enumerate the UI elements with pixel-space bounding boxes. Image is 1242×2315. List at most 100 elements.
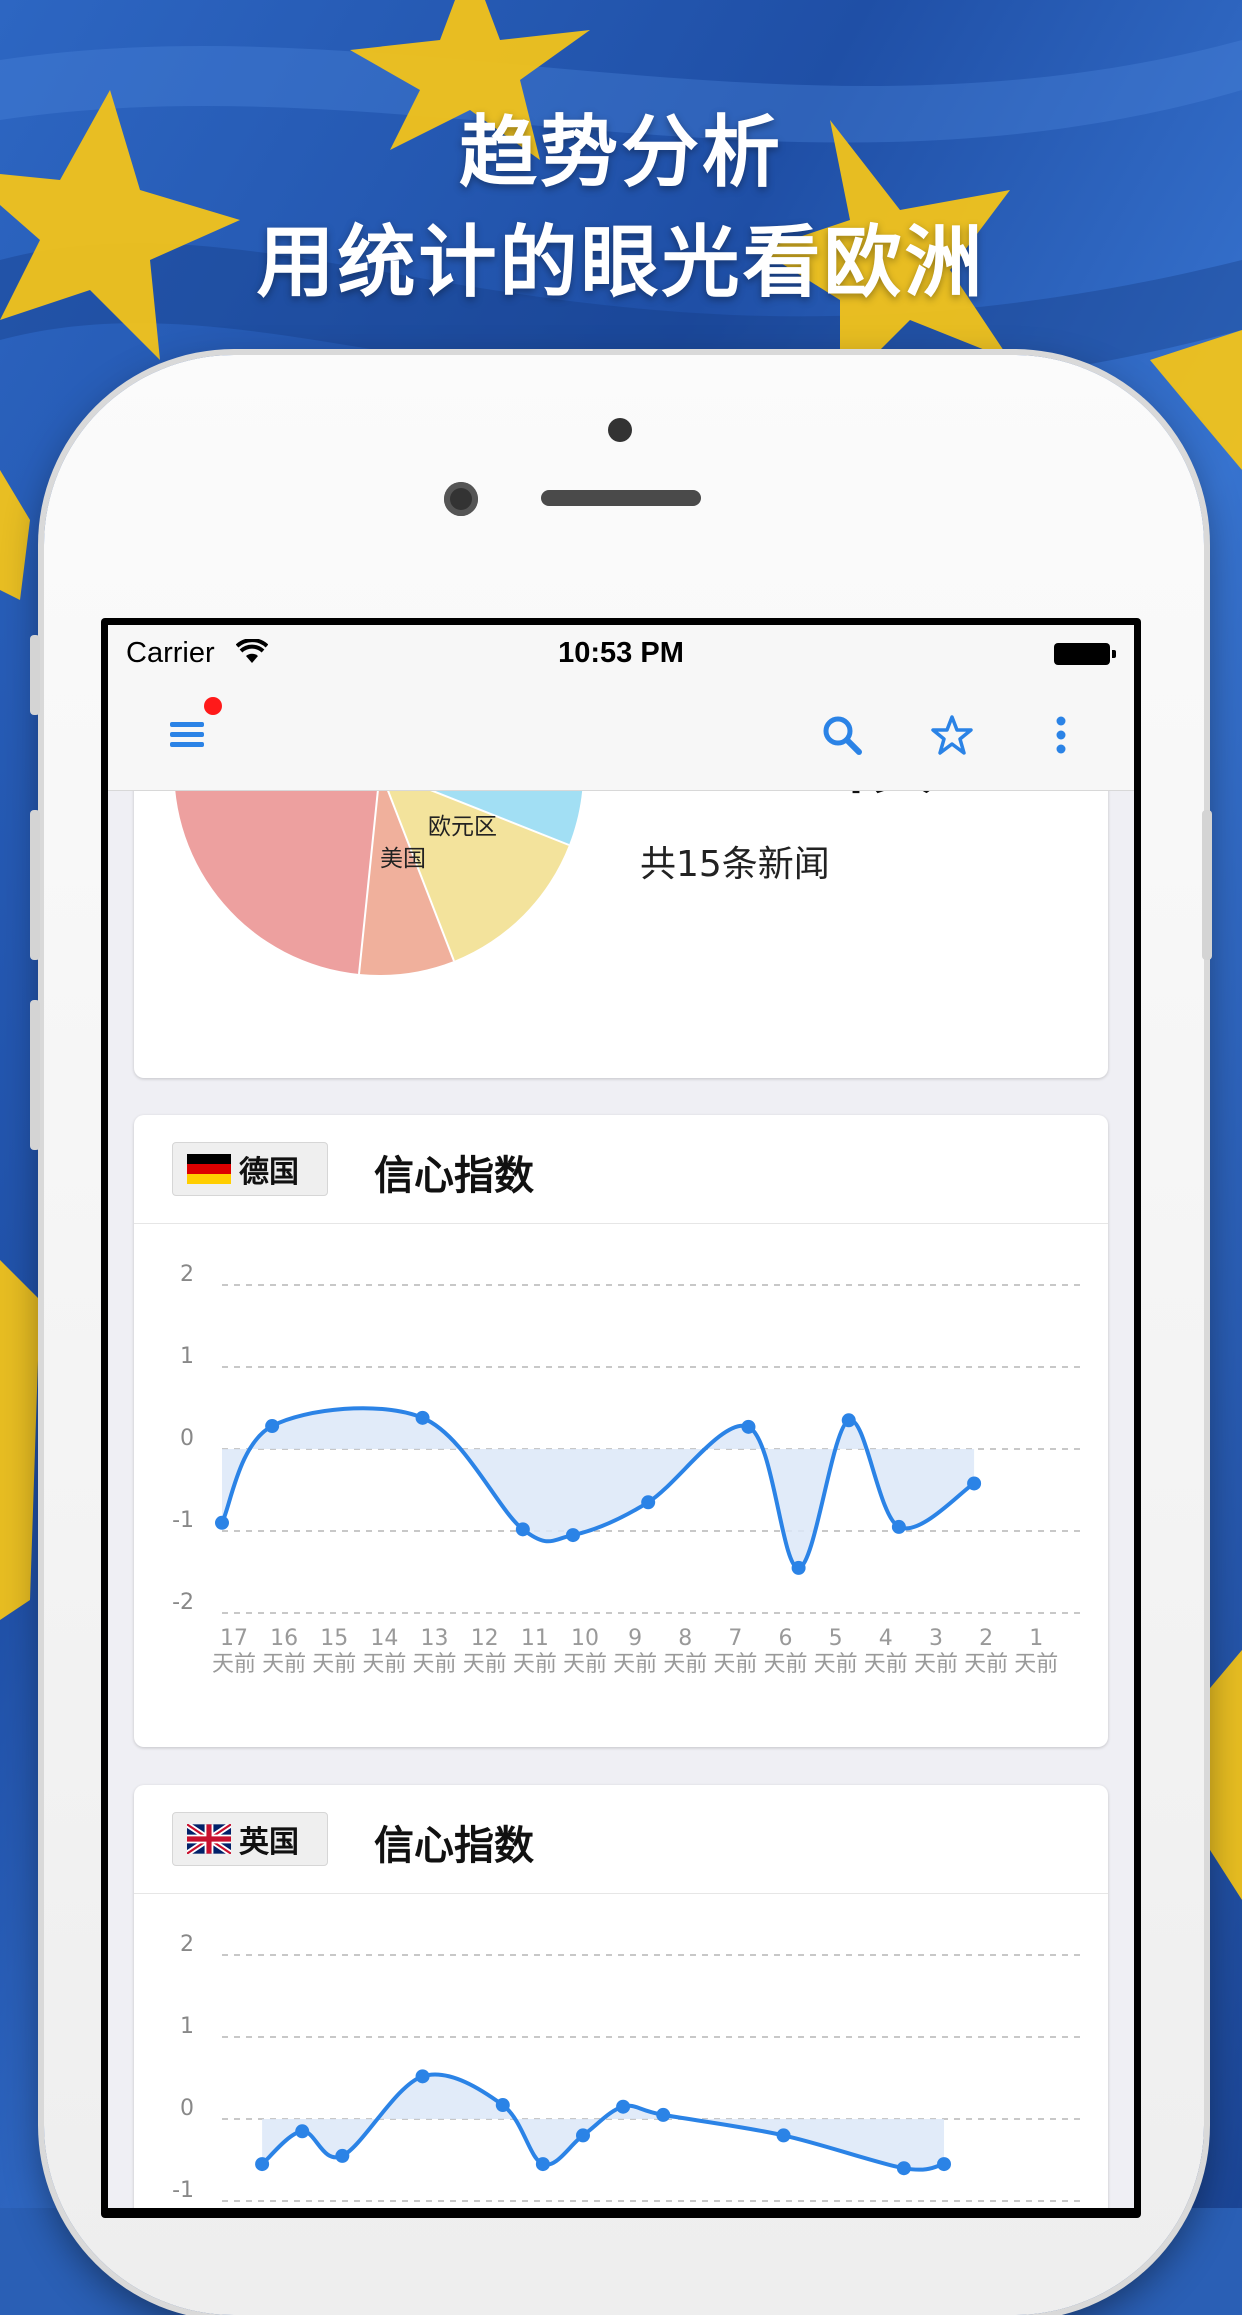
- chart-card-header: 英国 信心指数: [134, 1785, 1108, 1894]
- chart-title: 信心指数: [374, 1153, 534, 1199]
- x-tick-label: 13: [421, 1626, 449, 1651]
- country-chip-uk[interactable]: 英国: [172, 1812, 328, 1866]
- phone-mute-switch: [30, 635, 40, 715]
- y-tick-label: 0: [180, 1426, 194, 1451]
- y-tick-label: -1: [172, 2178, 194, 2203]
- x-tick-label-suffix: 天前: [814, 1652, 858, 1677]
- data-point[interactable]: [265, 1419, 280, 1434]
- x-tick-label: 2: [979, 1626, 993, 1651]
- app-screen: Carrier 10:53 PM 欧元区 美国 共15条新闻 德国 信心指数 2…: [108, 625, 1134, 2208]
- menu-icon: [170, 722, 204, 747]
- x-tick-label: 7: [728, 1626, 742, 1651]
- x-tick-label: 9: [628, 1626, 642, 1651]
- x-tick-label: 4: [879, 1626, 893, 1651]
- battery-icon: [1054, 643, 1116, 665]
- data-point[interactable]: [565, 1528, 580, 1543]
- x-tick-label-suffix: 天前: [864, 1652, 908, 1677]
- series-area: [262, 2074, 945, 2170]
- phone-power-button: [1202, 810, 1212, 960]
- uk-flag-icon: [187, 1824, 231, 1854]
- x-tick-label-suffix: 天前: [1014, 1652, 1058, 1677]
- x-tick-label-suffix: 天前: [312, 1652, 356, 1677]
- x-tick-label: 6: [779, 1626, 793, 1651]
- data-point[interactable]: [415, 2069, 430, 2084]
- chart-card-header: 德国 信心指数: [134, 1115, 1108, 1224]
- data-point[interactable]: [535, 2157, 550, 2172]
- x-tick-label-suffix: 天前: [212, 1652, 256, 1677]
- data-point[interactable]: [776, 2128, 791, 2143]
- data-point[interactable]: [215, 1515, 229, 1530]
- data-point[interactable]: [641, 1495, 656, 1510]
- phone-speaker: [541, 490, 701, 506]
- chart-card-germany[interactable]: 德国 信心指数 2 1 0 -1 -2 17 天前 16 天前 15 天前 14 天前 13 天前 12 天前 1…: [134, 1115, 1108, 1747]
- x-tick-label: 16: [270, 1626, 298, 1651]
- nav-bar: [108, 685, 1134, 790]
- menu-button[interactable]: [160, 707, 216, 763]
- data-point[interactable]: [937, 2157, 952, 2172]
- x-tick-label: 10: [571, 1626, 599, 1651]
- confidence-chart-germany: 210-1-217天前16天前15天前14天前13天前12天前11天前10天前9…: [172, 1262, 1080, 1677]
- germany-flag-icon: [187, 1154, 231, 1184]
- search-icon: [823, 716, 862, 755]
- data-point[interactable]: [656, 2107, 671, 2122]
- y-tick-label: 1: [180, 1344, 194, 1369]
- data-point[interactable]: [616, 2099, 631, 2114]
- promo-title-line2: 用统计的眼光看欧洲: [256, 218, 986, 308]
- star-icon: [931, 715, 973, 755]
- favorite-button[interactable]: [924, 707, 980, 763]
- data-point[interactable]: [495, 2098, 510, 2113]
- x-tick-label-suffix: 天前: [713, 1652, 757, 1677]
- data-point[interactable]: [896, 2161, 911, 2176]
- x-tick-label: 8: [678, 1626, 692, 1651]
- data-point[interactable]: [967, 1476, 982, 1491]
- x-tick-label: 12: [471, 1626, 499, 1651]
- data-point[interactable]: [576, 2128, 591, 2143]
- x-tick-label-suffix: 天前: [764, 1652, 808, 1677]
- notification-badge: [204, 697, 222, 715]
- data-point[interactable]: [741, 1419, 756, 1434]
- data-point[interactable]: [335, 2148, 350, 2163]
- country-chip-germany[interactable]: 德国: [172, 1142, 328, 1196]
- y-tick-label: -1: [172, 1508, 194, 1533]
- search-button[interactable]: [814, 707, 870, 763]
- phone-volume-up: [30, 810, 40, 960]
- y-tick-label: 2: [180, 1262, 194, 1287]
- more-button[interactable]: [1033, 707, 1089, 763]
- x-tick-label: 15: [320, 1626, 348, 1651]
- data-point[interactable]: [295, 2124, 310, 2139]
- x-tick-label: 14: [370, 1626, 398, 1651]
- data-point[interactable]: [891, 1519, 906, 1534]
- country-chip-label: 德国: [239, 1155, 299, 1190]
- data-point[interactable]: [841, 1413, 856, 1428]
- country-chip-label: 英国: [239, 1825, 299, 1860]
- x-tick-label-suffix: 天前: [613, 1652, 657, 1677]
- promo-title-line1: 趋势分析: [458, 108, 783, 198]
- x-tick-label-suffix: 天前: [262, 1652, 306, 1677]
- y-tick-label: 0: [180, 2096, 194, 2121]
- x-tick-label-suffix: 天前: [964, 1652, 1008, 1677]
- x-tick-label: 5: [829, 1626, 843, 1651]
- status-bar: Carrier 10:53 PM: [108, 625, 1134, 685]
- chart-title: 信心指数: [374, 1823, 534, 1869]
- x-tick-label-suffix: 天前: [663, 1652, 707, 1677]
- y-tick-label: -2: [172, 1590, 194, 1615]
- x-tick-label-suffix: 天前: [362, 1652, 406, 1677]
- confidence-chart-uk: 2 1 0 -1: [172, 1932, 1080, 2203]
- data-point[interactable]: [415, 1410, 430, 1425]
- phone-sensor: [608, 418, 632, 442]
- x-tick-label-suffix: 天前: [914, 1652, 958, 1677]
- pie-label-usa: 美国: [380, 846, 426, 872]
- data-point[interactable]: [791, 1560, 806, 1575]
- news-count: 共15条新闻: [640, 844, 830, 885]
- phone-volume-down: [30, 1000, 40, 1150]
- status-time: 10:53 PM: [558, 637, 684, 669]
- x-tick-label-suffix: 天前: [563, 1652, 607, 1677]
- data-point[interactable]: [255, 2157, 270, 2172]
- x-tick-label: 17: [220, 1626, 248, 1651]
- y-tick-label: 2: [180, 1932, 194, 1957]
- y-tick-label: 1: [180, 2014, 194, 2039]
- x-tick-label-suffix: 天前: [413, 1652, 457, 1677]
- more-vertical-icon: [1056, 716, 1066, 754]
- chart-card-uk[interactable]: 英国 信心指数 2 1 0 -1: [134, 1785, 1108, 2208]
- data-point[interactable]: [515, 1522, 530, 1537]
